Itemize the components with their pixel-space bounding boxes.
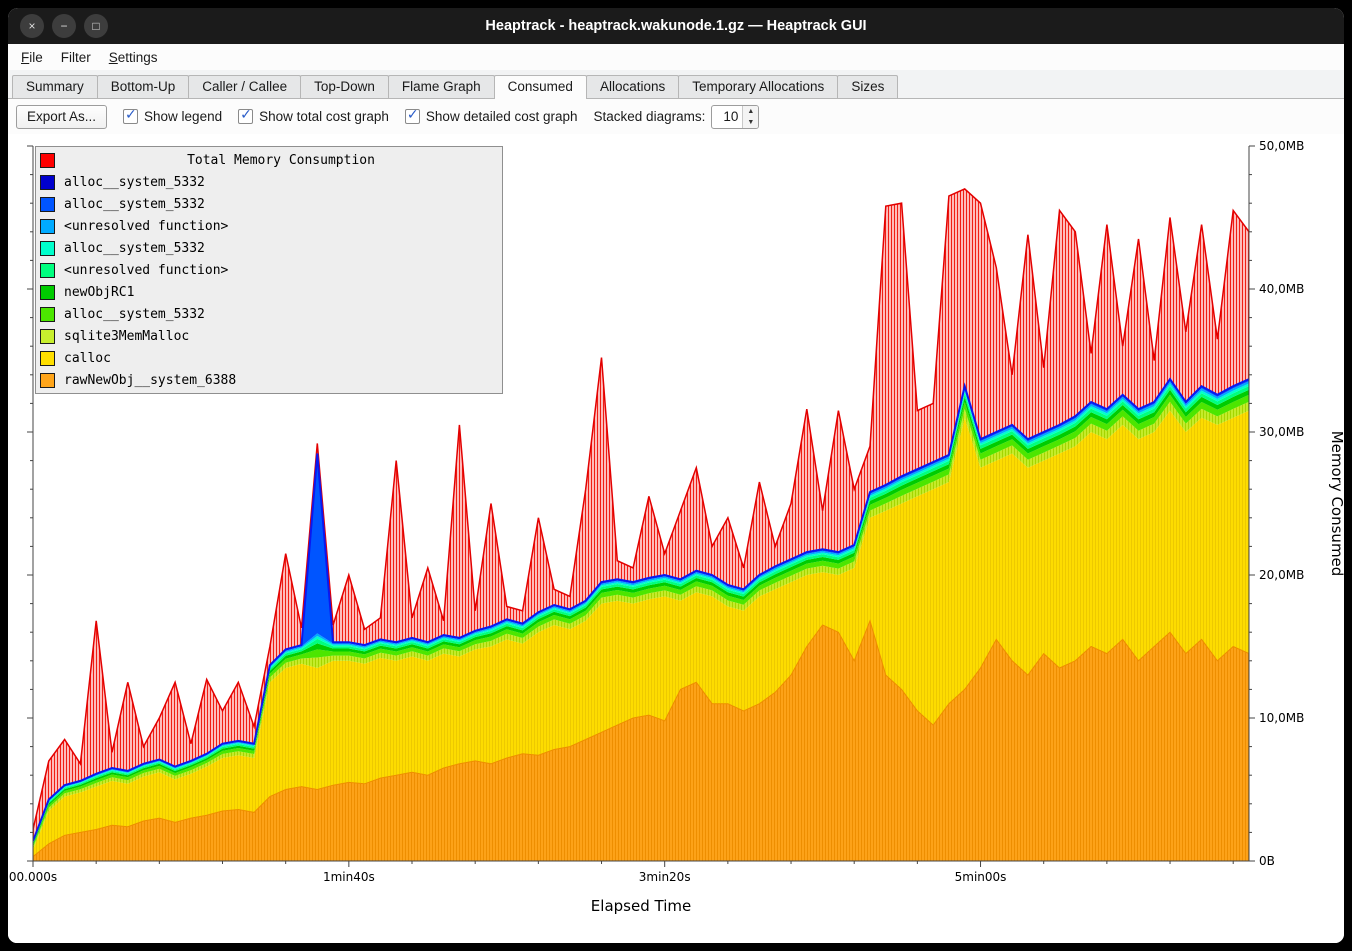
legend-swatch (40, 307, 55, 322)
legend-label: alloc__system_5332 (64, 241, 205, 256)
close-icon: × (28, 19, 35, 33)
legend-label: <unresolved function> (64, 263, 228, 278)
checkbox-label: Show total cost graph (259, 109, 389, 124)
legend-swatch (40, 219, 55, 234)
checkbox-box[interactable] (405, 109, 420, 124)
legend-swatch (40, 373, 55, 388)
minimize-button[interactable]: − (52, 14, 76, 38)
legend-swatch (40, 263, 55, 278)
svg-text:Elapsed Time: Elapsed Time (591, 897, 691, 915)
spin-up-button[interactable]: ▲ (743, 106, 758, 117)
tab-bar: SummaryBottom-UpCaller / CalleeTop-DownF… (8, 70, 1344, 99)
chevron-down-icon: ▼ (747, 119, 754, 126)
legend-item: <unresolved function> (40, 259, 498, 281)
svg-text:50,0MB: 50,0MB (1259, 139, 1304, 153)
stacked-diagrams-spinbox[interactable]: 10 ▲ ▼ (711, 105, 759, 129)
legend-label: alloc__system_5332 (64, 197, 205, 212)
checkbox-show-total-cost-graph[interactable]: Show total cost graph (238, 109, 389, 124)
svg-text:40,0MB: 40,0MB (1259, 282, 1304, 296)
app-window: × − □ Heaptrack - heaptrack.wakunode.1.g… (8, 8, 1344, 943)
tab-flame-graph[interactable]: Flame Graph (388, 75, 495, 98)
minimize-icon: − (60, 19, 67, 33)
svg-text:0B: 0B (1259, 854, 1275, 868)
menubar: FileFilterSettings (8, 44, 1344, 70)
legend-item: sqlite3MemMalloc (40, 325, 498, 347)
legend-item: alloc__system_5332 (40, 303, 498, 325)
tab-caller-callee[interactable]: Caller / Callee (188, 75, 301, 98)
svg-text:5min00s: 5min00s (955, 870, 1007, 884)
chart-legend: Total Memory Consumption alloc__system_53… (35, 146, 503, 394)
export-as-button[interactable]: Export As... (16, 105, 107, 129)
tab-temporary-allocations[interactable]: Temporary Allocations (678, 75, 838, 98)
legend-swatch (40, 241, 55, 256)
stacked-diagrams-group: Stacked diagrams: 10 ▲ ▼ (594, 105, 760, 129)
legend-item: calloc (40, 347, 498, 369)
spinbox-buttons: ▲ ▼ (742, 106, 758, 128)
legend-swatch (40, 197, 55, 212)
checkbox-box[interactable] (123, 109, 138, 124)
chart-area: 0B 10,0MB 20,0MB 30,0MB 40,0MB 50,0MB 00.000s 1… (8, 134, 1344, 943)
legend-label: alloc__system_5332 (64, 175, 205, 190)
checkbox-show-legend[interactable]: Show legend (123, 109, 222, 124)
window-title: Heaptrack - heaptrack.wakunode.1.gz — He… (8, 18, 1344, 34)
legend-label: calloc (64, 351, 111, 366)
svg-text:00.000s: 00.000s (9, 870, 57, 884)
tab-top-down[interactable]: Top-Down (300, 75, 389, 98)
legend-item: alloc__system_5332 (40, 237, 498, 259)
maximize-button[interactable]: □ (84, 14, 108, 38)
checkbox-box[interactable] (238, 109, 253, 124)
spin-down-button[interactable]: ▼ (743, 117, 758, 128)
legend-title-row: Total Memory Consumption (40, 149, 498, 171)
tab-consumed[interactable]: Consumed (494, 75, 587, 99)
checkbox-group: Show legend Show total cost graph Show det… (123, 109, 578, 124)
legend-swatch (40, 329, 55, 344)
tab-summary[interactable]: Summary (12, 75, 98, 98)
svg-text:10,0MB: 10,0MB (1259, 711, 1304, 725)
legend-swatch (40, 153, 55, 168)
legend-item: alloc__system_5332 (40, 193, 498, 215)
tab-sizes[interactable]: Sizes (837, 75, 898, 98)
spinbox-value: 10 (712, 106, 742, 128)
chevron-up-icon: ▲ (747, 108, 754, 115)
legend-item: alloc__system_5332 (40, 171, 498, 193)
legend-label: sqlite3MemMalloc (64, 329, 189, 344)
menu-file[interactable]: File (12, 48, 52, 67)
tab-allocations[interactable]: Allocations (586, 75, 679, 98)
checkbox-label: Show legend (144, 109, 222, 124)
checkbox-label: Show detailed cost graph (426, 109, 578, 124)
legend-item: <unresolved function> (40, 215, 498, 237)
svg-text:Memory Consumed: Memory Consumed (1328, 431, 1344, 577)
menu-settings[interactable]: Settings (100, 48, 167, 67)
legend-swatch (40, 285, 55, 300)
legend-label: Total Memory Consumption (64, 153, 498, 168)
menu-filter[interactable]: Filter (52, 48, 100, 67)
svg-text:3min20s: 3min20s (639, 870, 691, 884)
tab-bottom-up[interactable]: Bottom-Up (97, 75, 190, 98)
legend-label: <unresolved function> (64, 219, 228, 234)
legend-item: rawNewObj__system_6388 (40, 369, 498, 391)
checkbox-show-detailed-cost-graph[interactable]: Show detailed cost graph (405, 109, 578, 124)
close-button[interactable]: × (20, 14, 44, 38)
maximize-icon: □ (92, 19, 99, 33)
svg-text:30,0MB: 30,0MB (1259, 425, 1304, 439)
stacked-diagrams-label: Stacked diagrams: (594, 109, 706, 124)
legend-label: newObjRC1 (64, 285, 134, 300)
toolbar: Export As... Show legend Show total cost … (8, 99, 1344, 134)
legend-label: rawNewObj__system_6388 (64, 373, 236, 388)
titlebar: × − □ Heaptrack - heaptrack.wakunode.1.g… (8, 8, 1344, 44)
svg-text:1min40s: 1min40s (323, 870, 375, 884)
legend-label: alloc__system_5332 (64, 307, 205, 322)
legend-swatch (40, 351, 55, 366)
legend-item: newObjRC1 (40, 281, 498, 303)
svg-text:20,0MB: 20,0MB (1259, 568, 1304, 582)
legend-swatch (40, 175, 55, 190)
